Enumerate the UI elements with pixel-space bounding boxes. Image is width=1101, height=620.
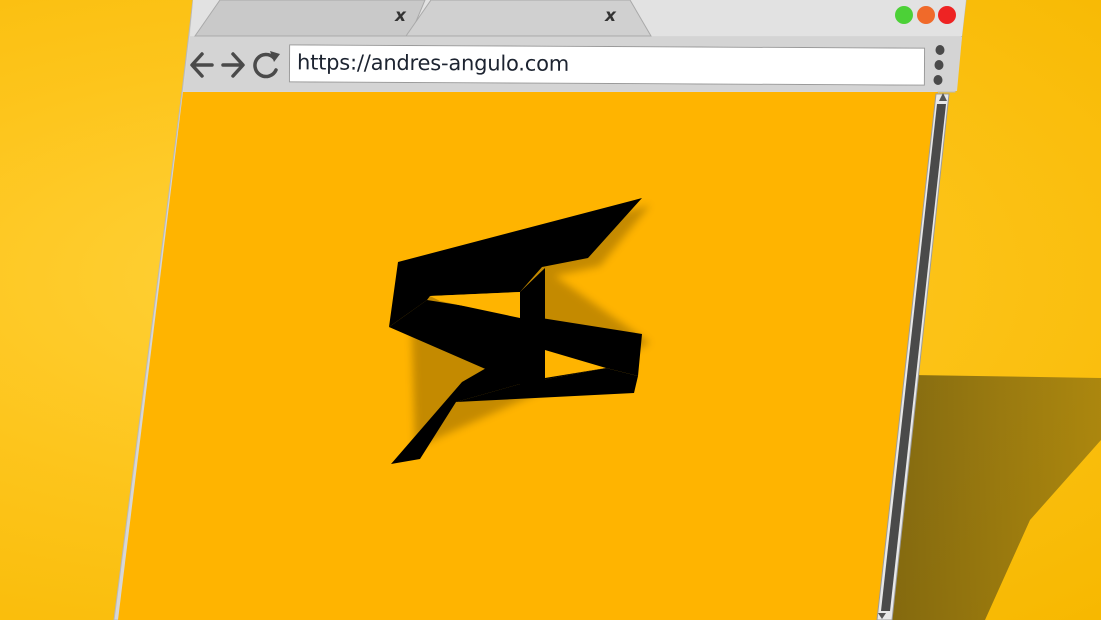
browser-window: https://andres-angulo.com [0, 0, 1101, 620]
address-bar[interactable]: https://andres-angulo.com [288, 44, 926, 86]
url-text[interactable]: https://andres-angulo.com [297, 50, 569, 75]
